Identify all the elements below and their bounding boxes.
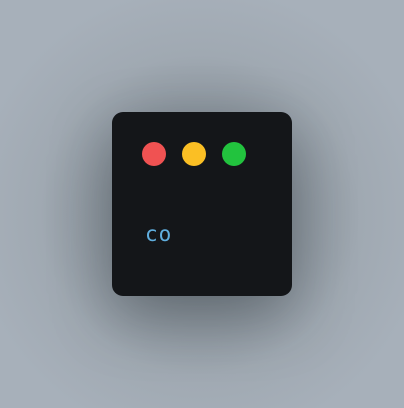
minimize-button[interactable] [182, 142, 206, 166]
code-window: co [112, 112, 292, 296]
window-controls [142, 142, 246, 166]
maximize-button[interactable] [222, 142, 246, 166]
close-button[interactable] [142, 142, 166, 166]
code-text[interactable]: co [145, 222, 172, 246]
